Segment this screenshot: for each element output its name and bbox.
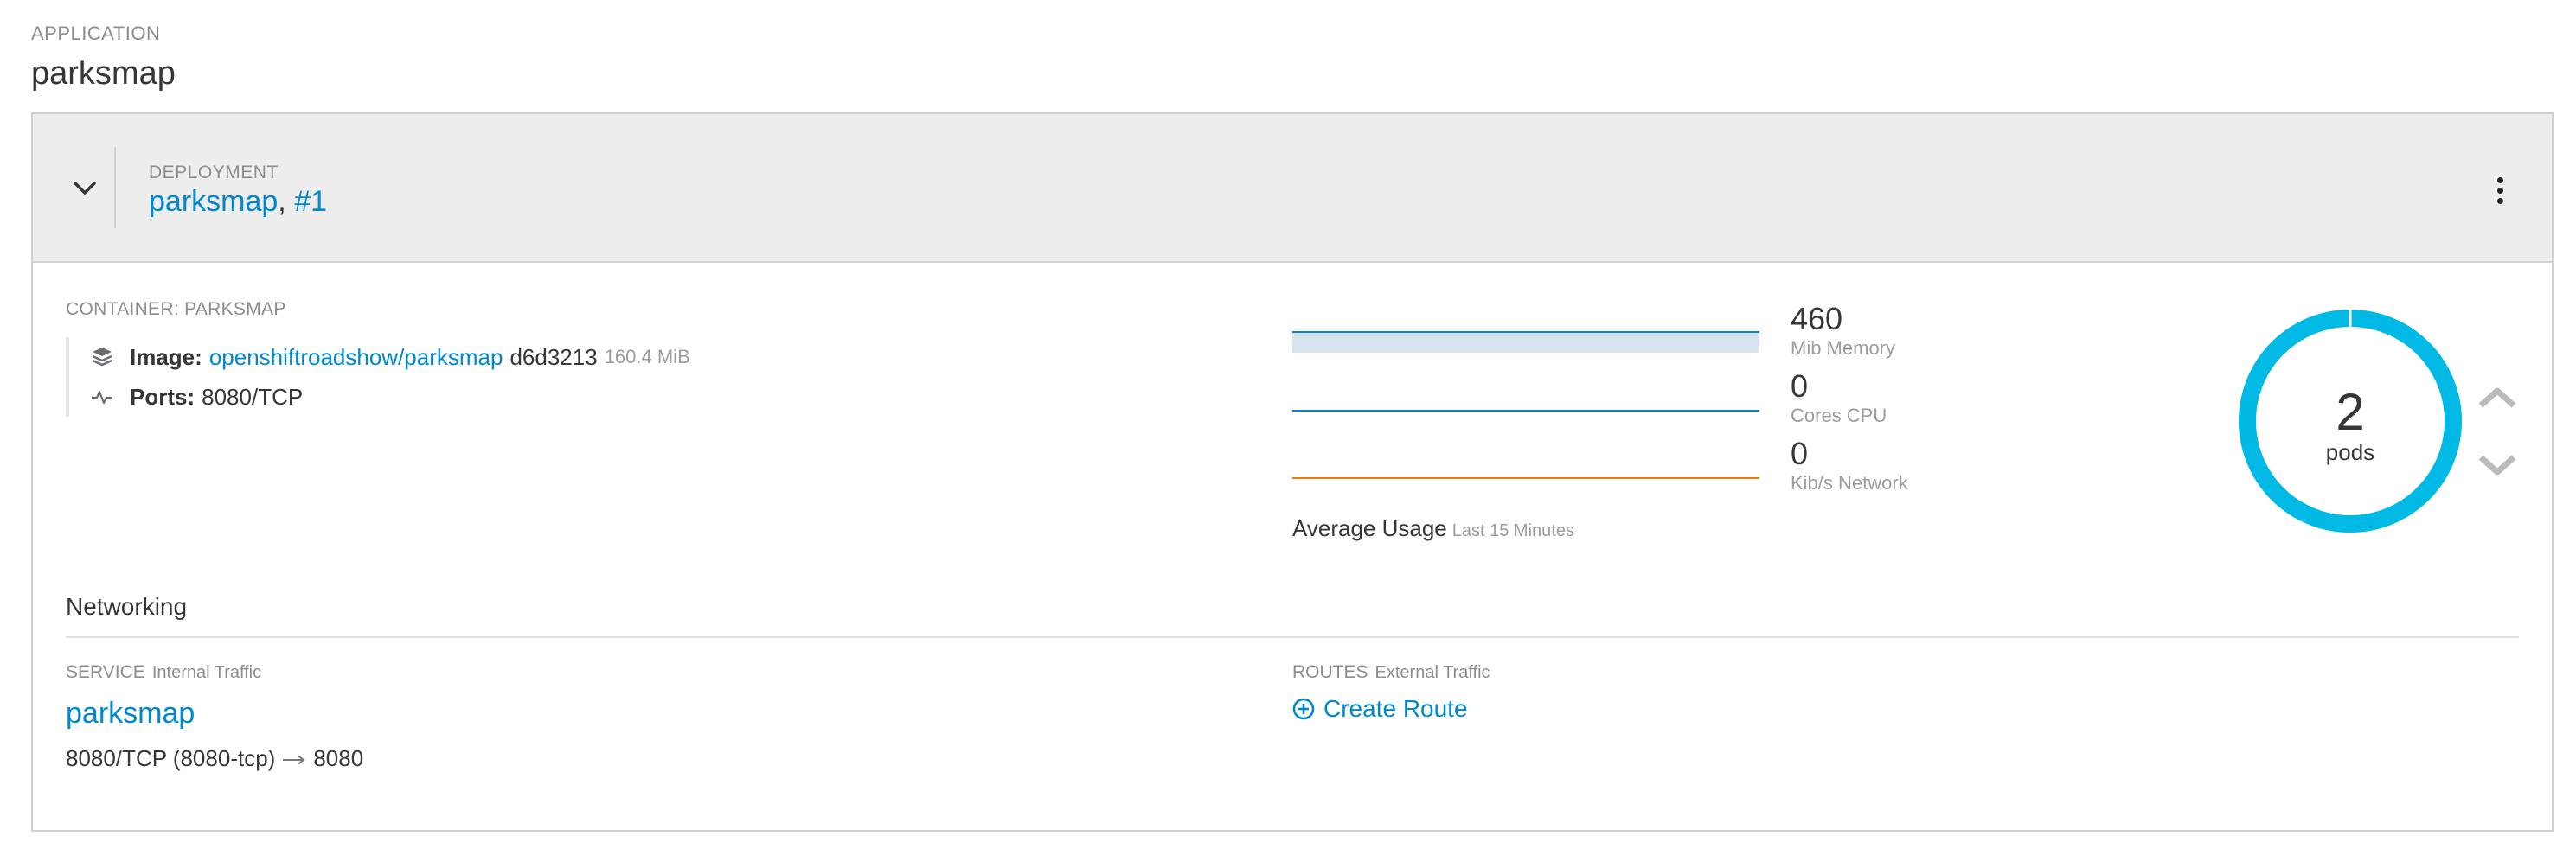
image-link[interactable]: openshiftroadshow/parksmap [209,344,503,371]
service-port-from: 8080/TCP (8080-tcp) [66,745,276,771]
plus-circle-icon [1292,698,1315,720]
service-ports: 8080/TCP (8080-tcp) 8080 [66,745,363,772]
create-route-link[interactable]: Create Route [1292,695,1468,723]
header-divider [114,147,116,228]
image-row: Image: openshiftroadshow/parksmap d6d321… [90,337,690,377]
service-name-link[interactable]: parksmap [66,697,195,731]
deployment-title: parksmap, #1 [149,185,327,219]
kebab-icon [2496,176,2503,183]
layers-icon [90,345,114,369]
service-kicker-sub: Internal Traffic [151,663,262,682]
app-kicker: APPLICATION [31,22,161,44]
image-size: 160.4 MiB [604,346,690,367]
app-header: APPLICATION parksmap [31,22,176,93]
cpu-label: Cores CPU [1791,405,1887,426]
chevron-down-icon [74,182,96,195]
ports-row: Ports: 8080/TCP [90,377,690,417]
deployment-kicker: DEPLOYMENT [149,163,279,182]
routes-kicker-label: ROUTES [1292,662,1368,682]
deployment-panel: DEPLOYMENT parksmap, #1 [31,112,2554,832]
chevron-up-icon [2478,387,2516,408]
pulse-icon [90,385,114,409]
container-kicker: CONTAINER: PARKSMAP [66,299,286,319]
ports-label: Ports: [130,383,195,410]
chevron-down-icon [2478,455,2516,476]
ports-value: 8080/TCP [202,383,304,410]
average-usage-label: Average Usage [1292,515,1447,541]
memory-label: Mib Memory [1791,337,1896,359]
long-arrow-right-icon [282,747,306,771]
create-route-label: Create Route [1323,695,1468,722]
routes-kicker: ROUTES External Traffic [1292,662,1490,683]
deployment-header: DEPLOYMENT parksmap, #1 [33,114,2552,263]
network-label: Kib/s Network [1791,472,1908,494]
app-title: parksmap [31,55,176,92]
image-id: d6d3213 [509,343,598,370]
deployment-revision-link[interactable]: #1 [294,185,327,218]
networking-title: Networking [66,593,188,620]
kebab-dot [2496,187,2503,194]
pods-count: 2 [2336,383,2365,441]
network-value: 0 [1791,436,1809,471]
cpu-sparkline [1292,410,1759,412]
service-kicker: SERVICE Internal Traffic [66,662,261,683]
scale-down-button[interactable] [2476,448,2519,482]
pods-donut: 2 pods [2235,306,2465,536]
metrics-panel: 460 Mib Memory 0 Cores CPU 0 Kib/s Netwo… [1292,294,1915,494]
container-details: Image: openshiftroadshow/parksmap d6d321… [66,337,690,417]
kebab-dot [2496,197,2503,204]
deployment-separator: , [278,185,295,218]
routes-kicker-sub: External Traffic [1375,663,1490,682]
collapse-toggle[interactable] [59,163,111,214]
networking-divider [66,636,2519,638]
average-usage-range: Last 15 Minutes [1451,521,1574,540]
memory-area [1292,332,1759,353]
network-sparkline [1292,477,1759,479]
kebab-menu-button[interactable] [2483,173,2517,207]
service-port-to: 8080 [313,745,364,771]
image-label: Image: [130,343,202,370]
average-usage: Average Usage Last 15 Minutes [1292,515,1574,542]
pods-label: pods [2325,439,2375,465]
deployment-name-link[interactable]: parksmap [149,185,278,218]
cpu-value: 0 [1791,368,1809,404]
service-kicker-label: SERVICE [66,662,145,682]
memory-sparkline [1292,331,1759,353]
scale-up-button[interactable] [2476,380,2519,415]
memory-value: 460 [1791,301,1843,336]
